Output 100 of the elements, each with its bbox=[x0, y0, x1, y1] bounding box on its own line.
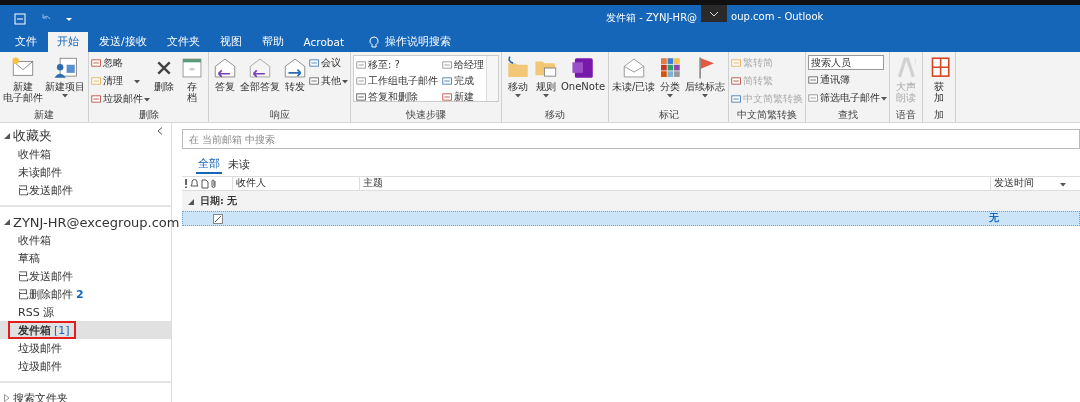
caret-icon bbox=[515, 94, 521, 98]
lightbulb-icon bbox=[369, 35, 380, 49]
folder-item[interactable]: 已发送邮件 bbox=[0, 181, 171, 199]
ribbon-tab[interactable]: 文件夹 bbox=[157, 32, 209, 52]
ribbon-button[interactable]: 垃圾邮件 bbox=[91, 91, 150, 107]
expanded-icon[interactable] bbox=[188, 198, 194, 205]
folder-item[interactable]: 未读邮件 bbox=[0, 163, 171, 181]
group-header[interactable]: 日期: 无 bbox=[200, 194, 238, 208]
paperclip-icon[interactable] bbox=[211, 178, 217, 189]
ribbon-tab[interactable]: 开始 bbox=[48, 32, 88, 52]
ribbon-button[interactable]: 新建项目 bbox=[44, 55, 86, 98]
ribbon-button[interactable]: 存 档 bbox=[178, 55, 206, 103]
ribbon-button[interactable]: 后续标志 bbox=[684, 55, 727, 98]
collapsed-icon[interactable] bbox=[4, 394, 10, 402]
column-header[interactable]: 发送时间 bbox=[990, 177, 1080, 190]
caret-icon bbox=[62, 94, 68, 98]
group-label: 删除 bbox=[137, 108, 160, 122]
folder-item[interactable]: 收件箱 bbox=[0, 231, 171, 249]
caret-icon bbox=[1060, 182, 1066, 187]
filter-tab[interactable]: 全部 bbox=[196, 156, 222, 174]
ribbon-button[interactable]: 新建 电子邮件 bbox=[2, 55, 44, 103]
folder-item[interactable]: 发件箱 [1] bbox=[8, 321, 76, 339]
ribbon-button[interactable]: 答复 bbox=[211, 55, 239, 92]
ribbon-button[interactable]: 会议 bbox=[309, 55, 348, 71]
collapse-icon[interactable] bbox=[157, 127, 163, 135]
notebook-icon bbox=[570, 55, 596, 81]
ribbon-button[interactable]: 删除 bbox=[150, 55, 178, 92]
ribbon-tab[interactable]: Acrobat bbox=[294, 32, 354, 52]
scrollbar[interactable] bbox=[486, 56, 498, 101]
quick-step[interactable]: 答复和删除 bbox=[356, 89, 438, 105]
item-icon bbox=[309, 58, 320, 68]
ribbon-button[interactable]: 其他 bbox=[309, 73, 348, 89]
ribbon-button[interactable]: 全部答复 bbox=[239, 55, 281, 92]
sync-icon[interactable] bbox=[14, 12, 26, 25]
item-icon bbox=[309, 76, 320, 86]
caret-icon bbox=[134, 80, 140, 84]
item-icon bbox=[91, 94, 102, 104]
window-title: oup.com - Outlook bbox=[731, 10, 824, 22]
window-title: 发件箱 - ZYNJ-HR@ bbox=[606, 11, 698, 25]
ribbon-button[interactable]: 分类 bbox=[656, 55, 685, 98]
filter-tab[interactable]: 未读 bbox=[226, 156, 252, 174]
item-icon bbox=[731, 76, 743, 86]
folder-item[interactable]: 收件箱 bbox=[0, 145, 171, 163]
search-field[interactable]: 在 当前邮箱 中搜索 bbox=[182, 129, 1080, 149]
caret-icon bbox=[667, 94, 674, 98]
sent-time: 无 bbox=[989, 212, 1000, 225]
item-icon bbox=[808, 93, 820, 103]
caret-icon bbox=[702, 94, 709, 98]
ribbon-button[interactable]: 未读/已读 bbox=[611, 55, 657, 92]
column-header[interactable]: 收件人 bbox=[232, 177, 359, 190]
folder-item[interactable]: 已删除邮件 2 bbox=[0, 285, 171, 303]
group-label: 快速步骤 bbox=[405, 108, 447, 122]
ribbon-button[interactable]: 清理 bbox=[91, 73, 150, 89]
draft-icon bbox=[213, 213, 223, 224]
caret-icon[interactable] bbox=[66, 15, 72, 22]
quick-step[interactable]: 工作组电子邮件 bbox=[356, 73, 438, 89]
folder-item[interactable]: 垃圾邮件 bbox=[0, 357, 171, 375]
ribbon-tab[interactable]: 文件 bbox=[6, 32, 46, 52]
quick-step[interactable]: 完成 bbox=[442, 73, 484, 89]
column-header[interactable]: 主题 bbox=[359, 177, 990, 190]
ribbon-button[interactable]: 忽略 bbox=[91, 55, 150, 71]
ribbon-button[interactable]: 筛选电子邮件 bbox=[808, 90, 888, 106]
ribbon-tab[interactable]: 帮助 bbox=[252, 32, 293, 52]
group-label: 中文简繁转换 bbox=[736, 108, 799, 122]
expanded-icon[interactable] bbox=[4, 133, 10, 139]
ribbon-tab[interactable]: 发送/接收 bbox=[90, 32, 156, 52]
group-label: 标记 bbox=[657, 108, 680, 122]
quick-step[interactable]: 移至: ? bbox=[356, 57, 438, 73]
chevron-icon bbox=[709, 10, 720, 17]
ribbon-tab[interactable]: 视图 bbox=[210, 32, 251, 52]
caret-icon bbox=[881, 97, 888, 101]
document-icon[interactable] bbox=[201, 178, 209, 189]
caret-icon bbox=[543, 94, 549, 98]
quick-step[interactable]: 给经理 bbox=[442, 57, 484, 73]
importance-icon[interactable] bbox=[184, 178, 188, 188]
ribbon-button[interactable]: 通讯簿 bbox=[808, 72, 888, 88]
bell-icon[interactable] bbox=[190, 178, 199, 188]
group-label: 新建 bbox=[33, 108, 55, 122]
tell-me-search[interactable]: 操作说明搜索 bbox=[385, 35, 452, 49]
expanded-icon[interactable] bbox=[4, 219, 10, 225]
message-row[interactable]: 无 bbox=[182, 211, 1080, 226]
ribbon-button[interactable]: 规则 bbox=[532, 55, 560, 98]
item-icon bbox=[731, 94, 743, 104]
group-label: 查找 bbox=[836, 108, 859, 122]
group-label: 语音 bbox=[895, 108, 918, 122]
quick-step[interactable]: 新建 bbox=[442, 89, 484, 105]
caret-icon bbox=[144, 98, 150, 102]
ribbon-button[interactable]: 获 加 bbox=[925, 55, 954, 103]
archive-icon bbox=[179, 55, 205, 81]
ribbon-button[interactable]: 转发 bbox=[281, 55, 309, 92]
folder-item[interactable]: 已发送邮件 bbox=[0, 267, 171, 285]
ribbon-button[interactable]: OneNote bbox=[560, 55, 607, 92]
ribbon-button[interactable]: 移动 bbox=[504, 55, 532, 98]
folder-item[interactable]: RSS 源 bbox=[0, 303, 171, 321]
search-people-field[interactable]: 搜索人员 bbox=[808, 55, 885, 70]
item-icon bbox=[442, 60, 453, 70]
overlay-tab[interactable] bbox=[701, 5, 728, 22]
folder-item[interactable]: 草稿 bbox=[0, 249, 171, 267]
folder-item[interactable]: 垃圾邮件 bbox=[0, 339, 171, 357]
folder-header[interactable]: 收藏夹 bbox=[0, 127, 58, 145]
